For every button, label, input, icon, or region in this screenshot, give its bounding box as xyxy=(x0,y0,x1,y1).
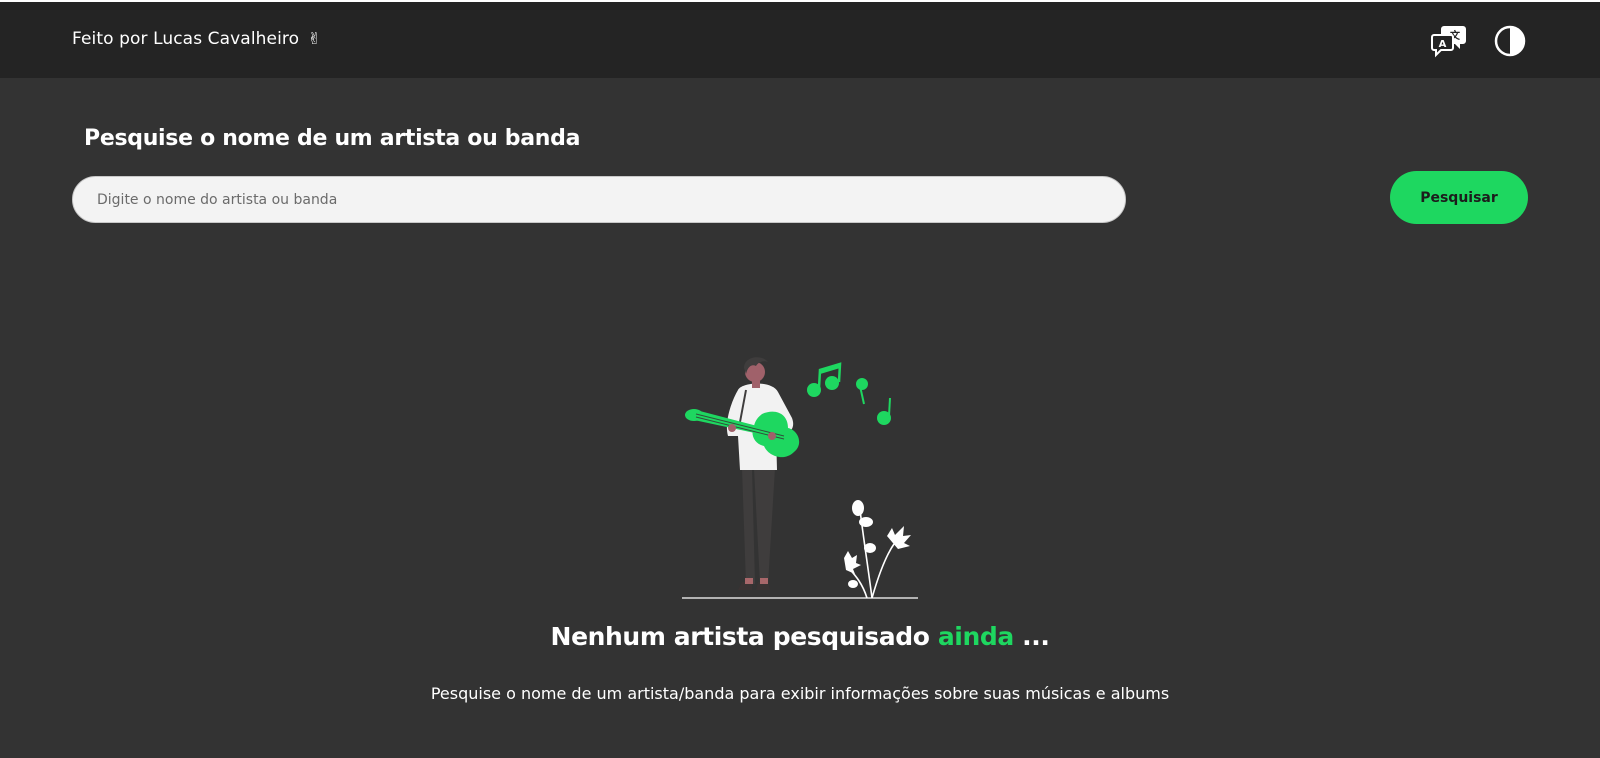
empty-title-suffix: ... xyxy=(1022,622,1050,651)
empty-state-description: Pesquise o nome de um artista/banda para… xyxy=(430,684,1170,703)
contrast-icon xyxy=(1494,25,1526,57)
translate-button[interactable]: 文 A xyxy=(1431,24,1467,58)
artist-search-input[interactable] xyxy=(72,176,1126,223)
empty-title-main: Nenhum artista pesquisado xyxy=(550,622,930,651)
credit-label: Feito por Lucas Cavalheiro xyxy=(72,29,300,49)
theme-toggle-button[interactable] xyxy=(1493,24,1527,58)
search-button[interactable]: Pesquisar xyxy=(1390,171,1528,224)
svg-text:A: A xyxy=(1439,39,1447,50)
search-heading: Pesquise o nome de um artista ou banda xyxy=(84,126,581,151)
top-bar: Feito por Lucas Cavalheiro ✌ 文 A xyxy=(0,2,1600,78)
empty-title-accent: ainda xyxy=(937,622,1014,651)
victory-hand-emoji: ✌ xyxy=(307,29,322,48)
plant-shape xyxy=(844,500,911,599)
credit-text: Feito por Lucas Cavalheiro ✌ xyxy=(72,29,321,49)
empty-state-title: Nenhum artista pesquisado ainda ... xyxy=(0,622,1600,651)
guitarist-illustration xyxy=(682,357,918,599)
translate-icon: 文 A xyxy=(1431,26,1466,58)
music-notes xyxy=(807,362,891,425)
